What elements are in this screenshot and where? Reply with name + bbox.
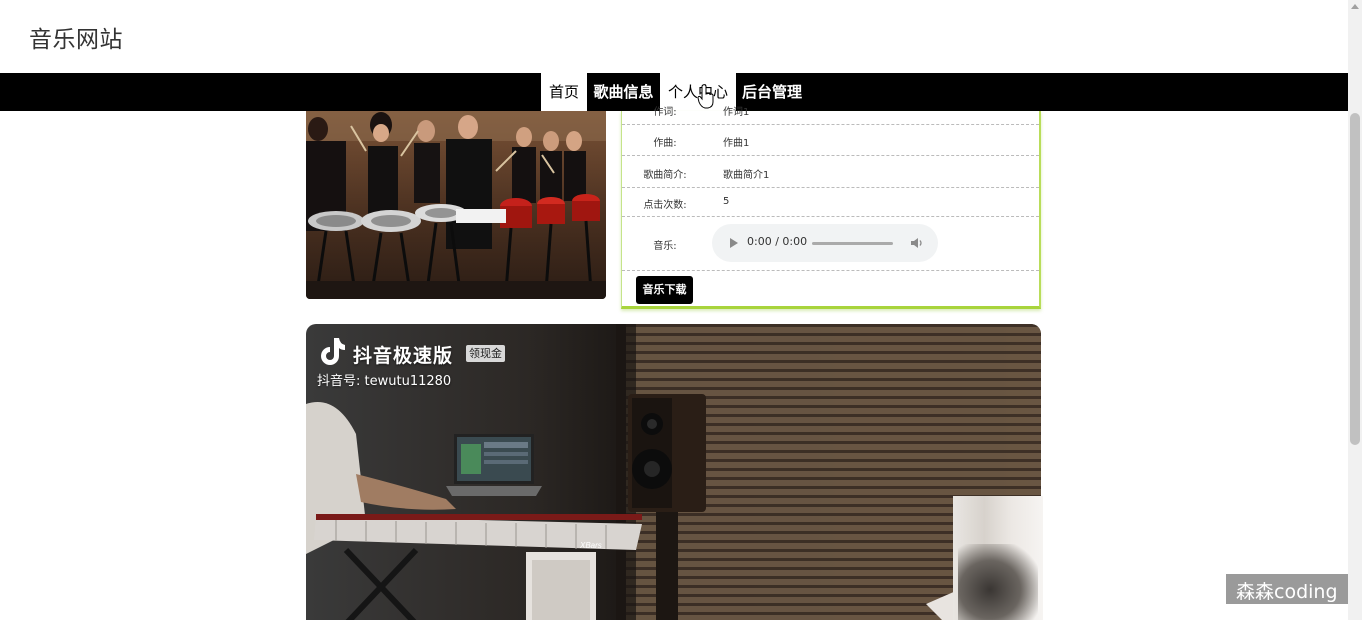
- song-info-label: 作词:: [653, 107, 677, 118]
- vertical-scrollbar[interactable]: [1348, 0, 1362, 620]
- song-info-row-composer: 作曲: 作曲1: [622, 124, 1039, 155]
- recording-watermark: 森森coding: [1226, 574, 1352, 604]
- site-title: 音乐网站: [29, 27, 123, 53]
- audio-player[interactable]: 0:00 / 0:00: [712, 224, 938, 262]
- video-player[interactable]: 抖音极速版 领现金 抖音号: tewutu11280 XBars: [306, 324, 1041, 620]
- song-info-value: 歌曲简介1: [723, 170, 770, 181]
- hand-cursor-icon: [697, 84, 714, 109]
- audio-progress-track[interactable]: [812, 242, 893, 245]
- tiktok-logo-icon: [321, 338, 345, 365]
- video-brand-badge: 领现金: [466, 345, 505, 362]
- site-header: 音乐网站: [0, 0, 1348, 73]
- music-download-button[interactable]: 音乐下载: [636, 276, 693, 304]
- volume-icon[interactable]: [910, 236, 924, 250]
- song-info-value: 作曲1: [723, 138, 750, 149]
- audio-time: 0:00 / 0:00: [747, 235, 808, 248]
- video-brand-label: 抖音极速版: [353, 345, 454, 367]
- song-info-row-intro: 歌曲简介: 歌曲简介1: [622, 155, 1039, 187]
- overlay-shadow: [958, 544, 1038, 620]
- song-info-row-music: 音乐: 0:00 / 0:00: [622, 216, 1039, 270]
- song-info-label: 音乐:: [653, 241, 677, 252]
- song-info-label: 点击次数:: [643, 200, 687, 211]
- keyboard-brand-label: XBars: [580, 541, 602, 550]
- song-info-row-clicks: 点击次数: 5: [622, 187, 1039, 216]
- page: 音乐网站 首页 歌曲信息 个人中心 后台管理 作词: 作词1 作曲: 作曲1 歌…: [0, 0, 1362, 620]
- video-account-id: 抖音号: tewutu11280: [317, 374, 452, 389]
- song-cover-image: [306, 111, 606, 299]
- scroll-up-arrow-icon[interactable]: [1351, 4, 1359, 9]
- song-info-label: 歌曲简介:: [643, 170, 687, 181]
- song-info-row-lyricist: 作词: 作词1: [622, 98, 1039, 125]
- song-info-value: 5: [723, 196, 730, 207]
- song-info-panel: 作词: 作词1 作曲: 作曲1 歌曲简介: 歌曲简介1 点击次数: 5 音乐: …: [621, 107, 1041, 309]
- floating-overlay-patch: [953, 496, 1043, 620]
- nav-item-home[interactable]: 首页: [541, 73, 587, 111]
- scrollbar-thumb[interactable]: [1350, 113, 1360, 445]
- play-icon[interactable]: [730, 238, 738, 248]
- song-info-value: 作词1: [723, 107, 750, 118]
- song-info-label: 作曲:: [653, 138, 677, 149]
- song-info-row-download: 音乐下载: [622, 270, 1039, 306]
